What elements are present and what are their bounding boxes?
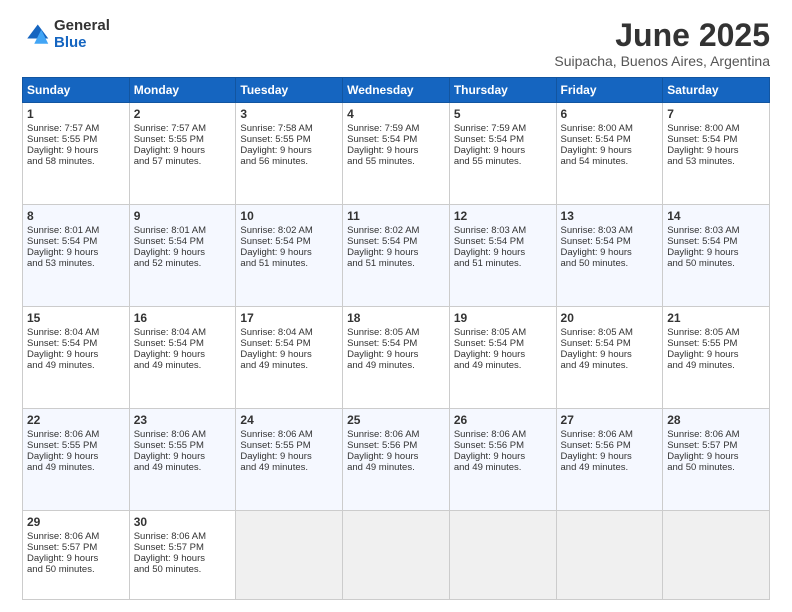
calendar-header-row: Sunday Monday Tuesday Wednesday Thursday… bbox=[23, 78, 770, 103]
day-6: 6 Sunrise: 8:00 AMSunset: 5:54 PMDayligh… bbox=[556, 103, 663, 205]
day-15: 15 Sunrise: 8:04 AMSunset: 5:54 PMDaylig… bbox=[23, 307, 130, 409]
day-10: 10 Sunrise: 8:02 AMSunset: 5:54 PMDaylig… bbox=[236, 205, 343, 307]
day-2: 2 Sunrise: 7:57 AMSunset: 5:55 PMDayligh… bbox=[129, 103, 236, 205]
logo-general: General bbox=[54, 18, 110, 35]
day-8: 8 Sunrise: 8:01 AMSunset: 5:54 PMDayligh… bbox=[23, 205, 130, 307]
day-23: 23 Sunrise: 8:06 AMSunset: 5:55 PMDaylig… bbox=[129, 408, 236, 510]
day-11: 11 Sunrise: 8:02 AMSunset: 5:54 PMDaylig… bbox=[343, 205, 450, 307]
empty-cell-1 bbox=[236, 510, 343, 599]
day-1: 1 Sunrise: 7:57 AMSunset: 5:55 PMDayligh… bbox=[23, 103, 130, 205]
day-30: 30 Sunrise: 8:06 AMSunset: 5:57 PMDaylig… bbox=[129, 510, 236, 599]
day-26: 26 Sunrise: 8:06 AMSunset: 5:56 PMDaylig… bbox=[449, 408, 556, 510]
month-title: June 2025 bbox=[554, 18, 770, 53]
logo: General Blue bbox=[22, 18, 110, 51]
day-21: 21 Sunrise: 8:05 AMSunset: 5:55 PMDaylig… bbox=[663, 307, 770, 409]
day-9: 9 Sunrise: 8:01 AMSunset: 5:54 PMDayligh… bbox=[129, 205, 236, 307]
day-24: 24 Sunrise: 8:06 AMSunset: 5:55 PMDaylig… bbox=[236, 408, 343, 510]
day-16: 16 Sunrise: 8:04 AMSunset: 5:54 PMDaylig… bbox=[129, 307, 236, 409]
day-12: 12 Sunrise: 8:03 AMSunset: 5:54 PMDaylig… bbox=[449, 205, 556, 307]
day-22: 22 Sunrise: 8:06 AMSunset: 5:55 PMDaylig… bbox=[23, 408, 130, 510]
logo-text: General Blue bbox=[54, 18, 110, 51]
title-section: June 2025 Suipacha, Buenos Aires, Argent… bbox=[554, 18, 770, 69]
empty-cell-5 bbox=[663, 510, 770, 599]
empty-cell-4 bbox=[556, 510, 663, 599]
week-row-1: 1 Sunrise: 7:57 AMSunset: 5:55 PMDayligh… bbox=[23, 103, 770, 205]
day-18: 18 Sunrise: 8:05 AMSunset: 5:54 PMDaylig… bbox=[343, 307, 450, 409]
day-27: 27 Sunrise: 8:06 AMSunset: 5:56 PMDaylig… bbox=[556, 408, 663, 510]
week-row-3: 15 Sunrise: 8:04 AMSunset: 5:54 PMDaylig… bbox=[23, 307, 770, 409]
day-7: 7 Sunrise: 8:00 AMSunset: 5:54 PMDayligh… bbox=[663, 103, 770, 205]
day-20: 20 Sunrise: 8:05 AMSunset: 5:54 PMDaylig… bbox=[556, 307, 663, 409]
col-sunday: Sunday bbox=[23, 78, 130, 103]
logo-icon bbox=[22, 21, 50, 49]
col-friday: Friday bbox=[556, 78, 663, 103]
week-row-2: 8 Sunrise: 8:01 AMSunset: 5:54 PMDayligh… bbox=[23, 205, 770, 307]
logo-blue: Blue bbox=[54, 35, 110, 52]
col-tuesday: Tuesday bbox=[236, 78, 343, 103]
day-4: 4 Sunrise: 7:59 AMSunset: 5:54 PMDayligh… bbox=[343, 103, 450, 205]
day-19: 19 Sunrise: 8:05 AMSunset: 5:54 PMDaylig… bbox=[449, 307, 556, 409]
col-thursday: Thursday bbox=[449, 78, 556, 103]
day-17: 17 Sunrise: 8:04 AMSunset: 5:54 PMDaylig… bbox=[236, 307, 343, 409]
empty-cell-3 bbox=[449, 510, 556, 599]
col-saturday: Saturday bbox=[663, 78, 770, 103]
col-wednesday: Wednesday bbox=[343, 78, 450, 103]
location-title: Suipacha, Buenos Aires, Argentina bbox=[554, 53, 770, 69]
day-29: 29 Sunrise: 8:06 AMSunset: 5:57 PMDaylig… bbox=[23, 510, 130, 599]
week-row-4: 22 Sunrise: 8:06 AMSunset: 5:55 PMDaylig… bbox=[23, 408, 770, 510]
day-14: 14 Sunrise: 8:03 AMSunset: 5:54 PMDaylig… bbox=[663, 205, 770, 307]
day-5: 5 Sunrise: 7:59 AMSunset: 5:54 PMDayligh… bbox=[449, 103, 556, 205]
day-13: 13 Sunrise: 8:03 AMSunset: 5:54 PMDaylig… bbox=[556, 205, 663, 307]
day-3: 3 Sunrise: 7:58 AMSunset: 5:55 PMDayligh… bbox=[236, 103, 343, 205]
page: General Blue June 2025 Suipacha, Buenos … bbox=[0, 0, 792, 612]
header: General Blue June 2025 Suipacha, Buenos … bbox=[22, 18, 770, 69]
day-28: 28 Sunrise: 8:06 AMSunset: 5:57 PMDaylig… bbox=[663, 408, 770, 510]
col-monday: Monday bbox=[129, 78, 236, 103]
day-25: 25 Sunrise: 8:06 AMSunset: 5:56 PMDaylig… bbox=[343, 408, 450, 510]
empty-cell-2 bbox=[343, 510, 450, 599]
calendar-table: Sunday Monday Tuesday Wednesday Thursday… bbox=[22, 77, 770, 600]
week-row-5: 29 Sunrise: 8:06 AMSunset: 5:57 PMDaylig… bbox=[23, 510, 770, 599]
